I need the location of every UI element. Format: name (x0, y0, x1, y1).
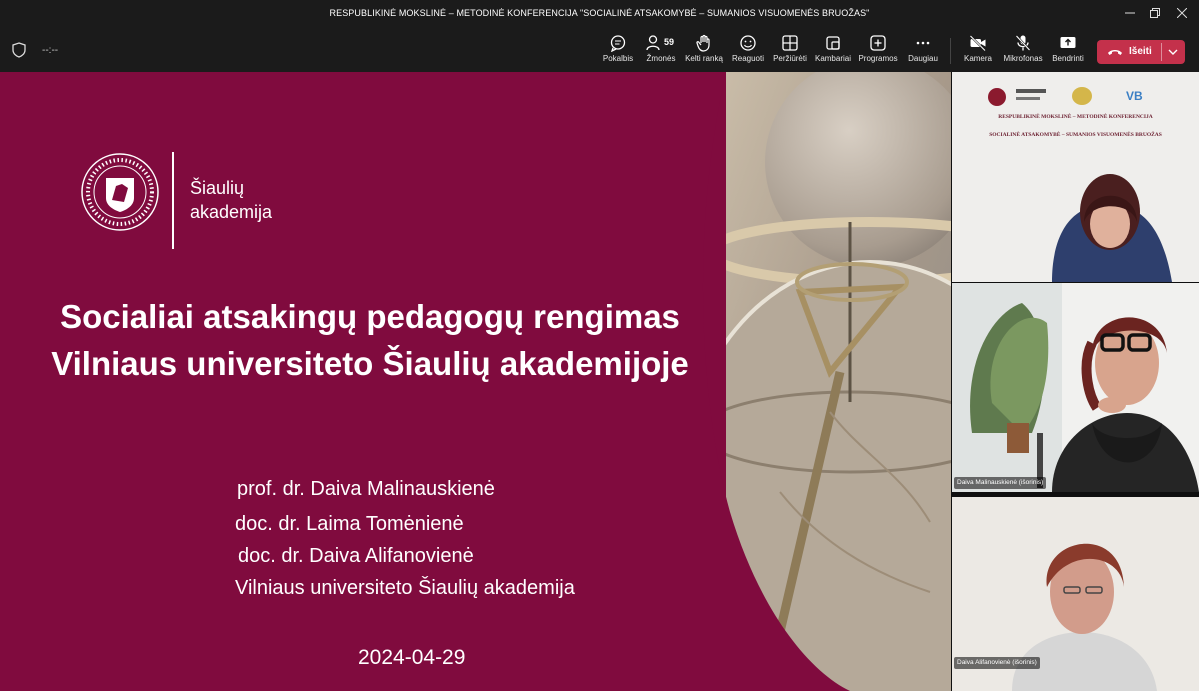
share-icon (1060, 37, 1076, 48)
svg-text:VB: VB (1126, 89, 1143, 103)
apps-button[interactable]: Programos (857, 34, 899, 68)
participant-name-3: Daiva Alifanovienė (išorinis) (954, 657, 1040, 669)
minimize-icon (1125, 12, 1135, 14)
more-icon (916, 41, 930, 45)
shield-icon (12, 42, 26, 58)
window-title: RESPUBLIKINĖ MOKSLINĖ – METODINĖ KONFERE… (329, 8, 870, 18)
camera-label: Kamera (963, 54, 992, 63)
restore-button[interactable] (1143, 4, 1167, 24)
camera-off-icon (969, 35, 986, 52)
chevron-down-icon[interactable] (1166, 45, 1180, 59)
react-button[interactable]: Reaguoti (730, 34, 766, 68)
video-tile-1[interactable]: VB RESPUBLIKINĖ MOKSLINĖ – METODINĖ KONF… (952, 72, 1199, 282)
author-1: prof. dr. Daiva Malinauskienė (237, 478, 495, 500)
microphone-label: Mikrofonas (1003, 54, 1043, 63)
apps-label: Programos (858, 54, 898, 63)
logo-line-2: akademija (190, 202, 273, 222)
microphone-button[interactable]: Mikrofonas (1001, 34, 1045, 68)
view-button[interactable]: Peržiūrėti (771, 34, 809, 68)
raise-hand-button[interactable]: Kelti ranką (684, 34, 724, 68)
minimize-button[interactable] (1118, 4, 1142, 24)
author-3: doc. dr. Daiva Alifanovienė (238, 545, 474, 567)
logo-divider (172, 152, 174, 249)
leave-button[interactable]: Išeiti (1097, 40, 1185, 64)
restore-icon (1150, 8, 1160, 18)
people-label: Žmonės (646, 54, 676, 63)
chat-label: Pokalbis (602, 54, 634, 63)
meeting-toolbar: --:-- Pokalbis 59 Žmonės Kelti ranką Rea… (0, 28, 1199, 72)
people-button[interactable]: 59 Žmonės (643, 34, 679, 68)
share-button[interactable]: Bendrinti (1049, 34, 1087, 68)
phone-hangup-icon (1108, 50, 1122, 55)
react-label: Reaguoti (731, 54, 765, 63)
view-icon (782, 35, 798, 51)
react-icon (740, 35, 756, 51)
view-label: Peržiūrėti (773, 54, 807, 63)
banner-line-1: RESPUBLIKINĖ MOKSLINĖ – METODINĖ KONFERE… (998, 114, 1153, 120)
slide-date: 2024-04-29 (358, 646, 466, 669)
title-bar: RESPUBLIKINĖ MOKSLINĖ – METODINĖ KONFERE… (0, 0, 1199, 28)
more-button[interactable]: Daugiau (905, 34, 941, 68)
slide-title-line-2: Vilniaus universiteto Šiaulių akademijoj… (51, 345, 689, 382)
chat-icon (610, 35, 626, 52)
logo-line-1: Šiaulių (190, 178, 245, 198)
shared-presentation-slide: Šiaulių akademija Socialiai atsakingų pe… (0, 72, 951, 691)
people-icon (646, 35, 660, 51)
more-label: Daugiau (908, 54, 938, 63)
rooms-button[interactable]: Kambariai (813, 34, 853, 68)
camera-button[interactable]: Kamera (960, 34, 996, 68)
participant-video-2 (952, 283, 1199, 492)
close-button[interactable] (1170, 4, 1194, 24)
raise-hand-icon (696, 34, 710, 52)
raise-hand-label: Kelti ranką (685, 54, 723, 63)
participant-name-2: Daiva Malinauskienė (išorinis) (954, 477, 1047, 489)
people-count: 59 (664, 37, 675, 47)
university-seal-icon (81, 153, 159, 231)
rooms-label: Kambariai (814, 54, 851, 63)
slide-title-line-1: Socialiai atsakingų pedagogų rengimas (60, 298, 680, 335)
video-tile-3[interactable]: Daiva Alifanovienė (išorinis) (952, 497, 1199, 691)
affiliation: Vilniaus universiteto Šiaulių akademija (235, 577, 575, 599)
apps-icon (870, 35, 886, 51)
mic-off-icon (1015, 35, 1031, 51)
teams-meeting-window: RESPUBLIKINĖ MOKSLINĖ – METODINĖ KONFERE… (0, 0, 1199, 691)
banner-line-2: SOCIALINĖ ATSAKOMYBĖ – SUMANIOS VISUOMEN… (989, 132, 1162, 138)
chat-button[interactable]: Pokalbis (601, 34, 635, 68)
video-tile-2[interactable]: Daiva Malinauskienė (išorinis) (952, 283, 1199, 492)
academy-logo-text: Šiaulių akademija (190, 176, 272, 224)
rooms-icon (826, 36, 840, 50)
meeting-timer: --:-- (42, 45, 59, 56)
toolbar-divider (950, 38, 951, 64)
leave-divider (1161, 43, 1162, 61)
participant-video-1: VB (952, 72, 1199, 282)
leave-label: Išeiti (1129, 46, 1152, 57)
close-icon (1176, 7, 1188, 19)
author-2: doc. dr. Laima Tomėnienė (235, 513, 464, 535)
share-label: Bendrinti (1052, 54, 1084, 63)
